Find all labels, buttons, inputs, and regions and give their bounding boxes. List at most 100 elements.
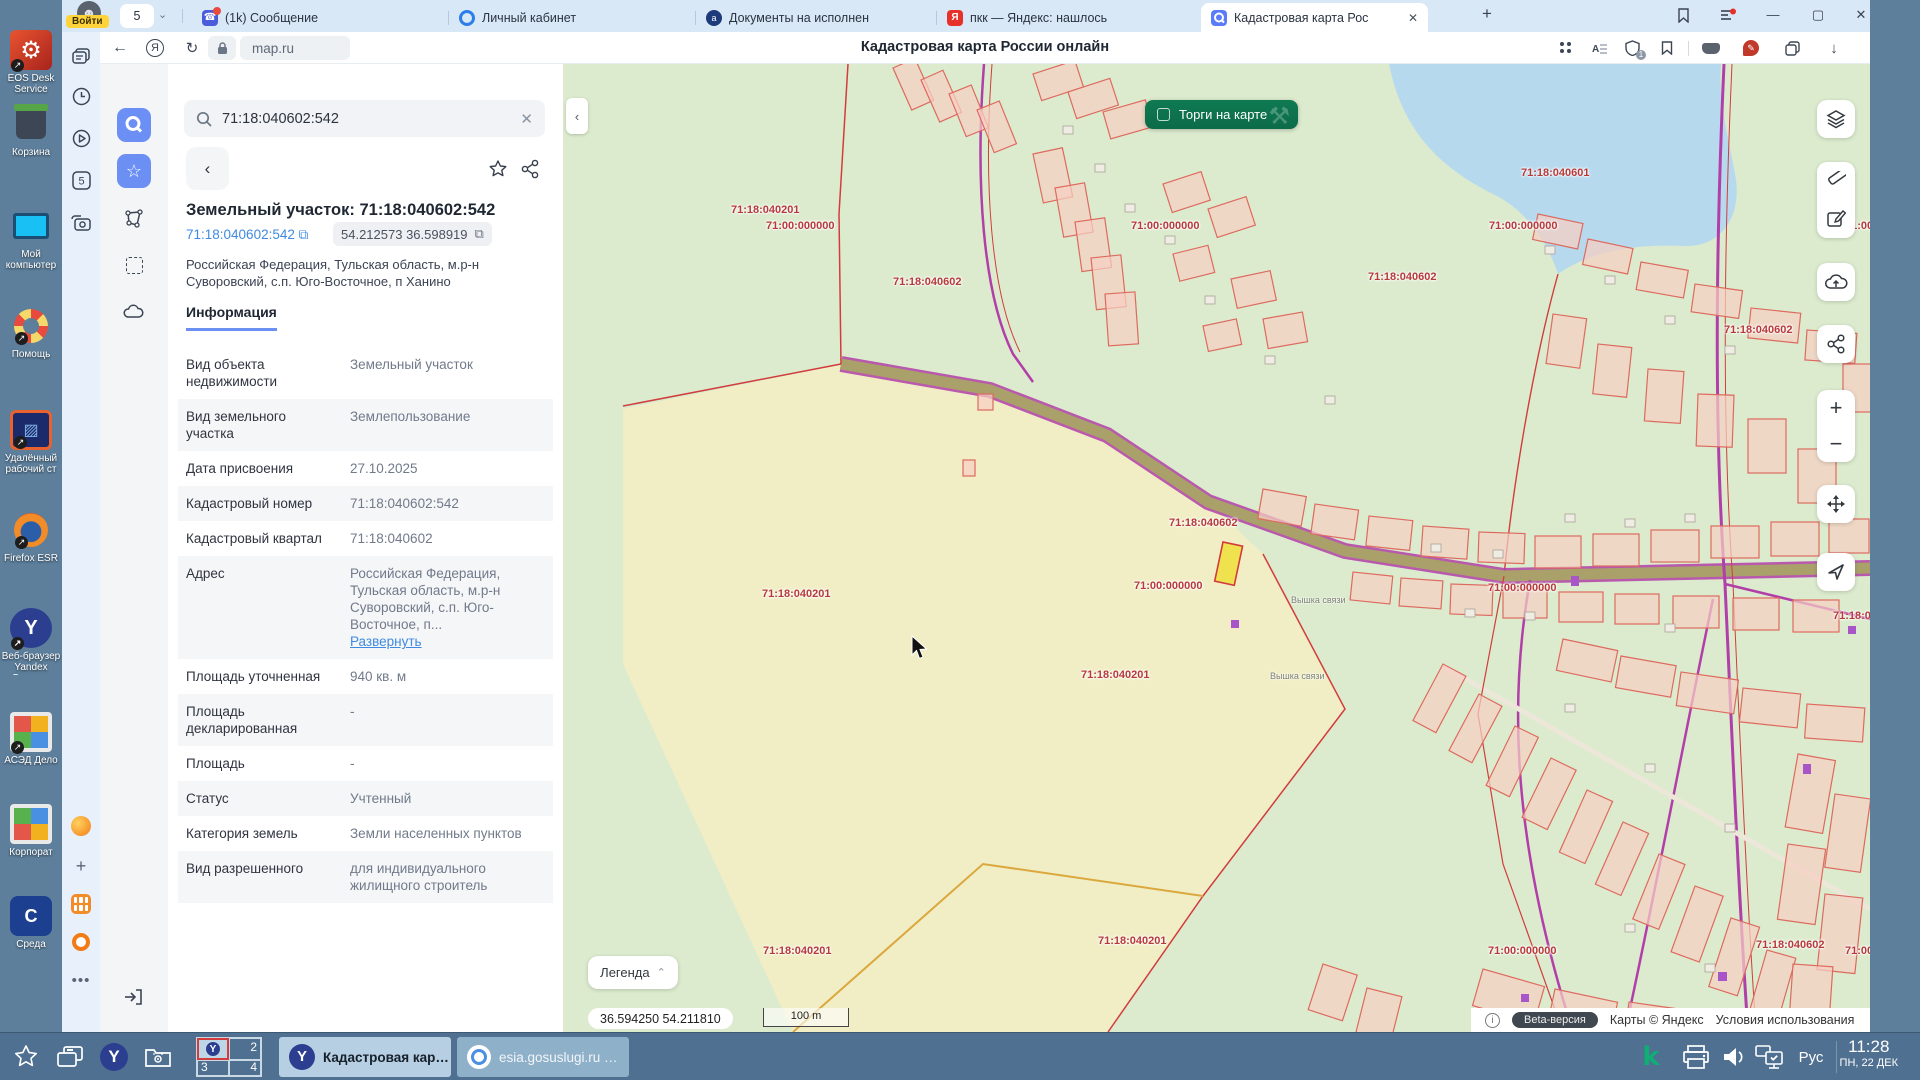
keyboard-layout-indicator[interactable]: Рус (1794, 1041, 1828, 1073)
bookmark-flag-icon[interactable] (1670, 4, 1696, 26)
tab-yandex-search[interactable]: Я пкк — Яндекс: нашлось (937, 5, 1201, 31)
bookmark-icon[interactable] (1656, 36, 1678, 60)
desktop-icon-yandex-browser[interactable]: Y↗ Веб-браузер Yandex Browser (0, 608, 62, 675)
yandex-search-icon[interactable]: Я (144, 36, 166, 60)
collections-icon[interactable] (1555, 36, 1577, 60)
taskbar-folder-eye-icon[interactable] (142, 1041, 174, 1073)
tab-messages[interactable]: ☎ (1k) Сообщение (192, 5, 448, 31)
share-map-button[interactable] (1817, 325, 1855, 363)
pkk-logo-icon[interactable] (117, 108, 151, 142)
panel-collapse-button[interactable]: ‹ (566, 98, 588, 134)
polygon-tool-icon[interactable] (117, 202, 151, 236)
tab-groups-icon[interactable] (69, 44, 93, 68)
keyboard-panel-icon[interactable] (1698, 36, 1724, 60)
protect-shield-icon[interactable]: 1 (1620, 36, 1644, 60)
tray-devices-icon[interactable] (1752, 1041, 1788, 1073)
tray-volume-icon[interactable] (1718, 1041, 1750, 1073)
desktop-icon-ased[interactable]: ↗ АСЭД Дело (0, 712, 62, 766)
desktop-icon-remote-desktop[interactable]: ▨↗ Удалённый рабочий ст (0, 410, 62, 475)
upload-button[interactable] (1817, 263, 1855, 301)
taskbar-star-icon[interactable] (10, 1041, 42, 1073)
torgi-checkbox[interactable] (1157, 108, 1170, 121)
pan-mode-button[interactable] (1817, 485, 1855, 523)
signin-badge[interactable]: Войти (66, 15, 109, 28)
edit-button[interactable] (1826, 200, 1846, 238)
desktop-icon-help[interactable]: ↗ Помощь (0, 306, 62, 360)
legend-button[interactable]: Легенда ⌃ (588, 956, 678, 989)
games-icon[interactable] (69, 814, 93, 838)
tab-personal-account[interactable]: Личный кабинет (449, 5, 695, 31)
back-icon[interactable]: ← (108, 36, 132, 60)
tab-information[interactable]: Информация (186, 304, 277, 331)
menu-button[interactable] (1715, 4, 1741, 26)
taskbar-yandex-icon[interactable]: Y (98, 1041, 130, 1073)
desktop-icon-trash[interactable]: Корзина (0, 104, 62, 158)
torgi-toggle-button[interactable]: Торги на карте ⚒ (1145, 100, 1298, 129)
favorites-star-button[interactable]: ☆ (117, 154, 151, 188)
layers-button[interactable] (1817, 100, 1855, 138)
apps-grid-icon[interactable] (69, 892, 93, 916)
info-icon[interactable]: i (1485, 1013, 1500, 1028)
desktop-icon-computer[interactable]: Мой компьютер (0, 206, 62, 271)
zoom-out-button[interactable]: − (1830, 426, 1843, 462)
screenshot-icon[interactable] (69, 210, 93, 234)
taskbar-clock[interactable]: 11:28 ПН, 22 ДЕК (1840, 1037, 1898, 1070)
tab-counter-chevron-icon[interactable]: ⌄ (158, 8, 167, 21)
copy-icon[interactable]: ⧉ (475, 226, 484, 242)
coordinates-chip[interactable]: 54.212573 36.598919 ⧉ (333, 222, 492, 246)
panel-back-button[interactable]: ‹ (186, 147, 229, 190)
desktop-icon-korport[interactable]: Корпорат (0, 804, 62, 858)
desktop-icon-label: Мой компьютер (0, 249, 62, 271)
downloads-icon[interactable]: ↓ (1822, 36, 1846, 60)
area-select-icon[interactable] (117, 248, 151, 282)
address-bar[interactable]: map.ru (240, 36, 350, 60)
tab-cadastral-map-active[interactable]: Кадастровая карта Рос ✕ (1201, 3, 1428, 32)
tab-count-icon[interactable]: 5 (69, 168, 93, 192)
new-tab-button[interactable]: + (1482, 4, 1492, 24)
logout-icon[interactable] (117, 980, 151, 1014)
coordinates-text: 54.212573 36.598919 (341, 227, 468, 242)
tab-close-icon[interactable]: ✕ (1408, 11, 1418, 25)
expand-address-link[interactable]: Развернуть (350, 634, 422, 649)
cloud-icon[interactable] (117, 294, 151, 328)
maximize-button[interactable]: ▢ (1805, 4, 1831, 26)
service-ring-icon[interactable] (69, 930, 93, 954)
favorite-star-icon[interactable] (488, 159, 508, 179)
share-icon[interactable] (520, 159, 540, 179)
terms-link[interactable]: Условия использования (1716, 1013, 1855, 1027)
close-button[interactable]: ✕ (1848, 4, 1874, 26)
cadastral-map[interactable]: 71:18:040201 71:00:000000 71:18:040602 7… (563, 64, 1870, 1032)
taskbar-window-esia[interactable]: esia.gosuslugi.ru … (457, 1037, 629, 1077)
workspace-2[interactable]: 2 (229, 1038, 261, 1060)
workspace-3[interactable]: 3 (197, 1060, 229, 1076)
ruler-button[interactable] (1826, 162, 1846, 200)
my-location-button[interactable] (1817, 553, 1855, 591)
tray-printer-icon[interactable] (1680, 1041, 1712, 1073)
copy-icon[interactable]: ⧉ (299, 227, 309, 242)
tabs-panel-icon[interactable] (1780, 36, 1804, 60)
search-input[interactable] (222, 111, 502, 127)
alice-pen-icon[interactable]: ✎ (1738, 36, 1764, 60)
workspace-1-active[interactable]: Y (197, 1038, 229, 1060)
video-icon[interactable] (69, 126, 93, 150)
minimize-button[interactable]: — (1760, 4, 1786, 26)
tray-k-icon[interactable]: k (1636, 1041, 1666, 1073)
refresh-icon[interactable]: ↻ (180, 36, 204, 60)
tab-counter[interactable]: 5 (120, 4, 154, 28)
cadastral-number-link[interactable]: 71:18:040602:542 ⧉ (186, 227, 308, 243)
add-service-icon[interactable]: + (69, 854, 93, 878)
taskbar-window-cadastral[interactable]: Y Кадастровая кар… (279, 1037, 451, 1077)
more-icon[interactable]: ••• (69, 968, 93, 992)
reader-mode-icon[interactable]: A (1588, 36, 1610, 60)
history-icon[interactable] (69, 84, 93, 108)
search-box[interactable]: ✕ (184, 100, 545, 137)
zoom-in-button[interactable]: + (1830, 390, 1843, 426)
desktop-icon-sreda[interactable]: С Среда (0, 896, 62, 950)
tab-documents[interactable]: a Документы на исполнен (696, 5, 936, 31)
taskbar-windows-icon[interactable] (54, 1041, 86, 1073)
desktop-icon-eos[interactable]: ⚙↗ EOS Desk Service (0, 30, 62, 95)
lock-icon[interactable] (208, 36, 236, 60)
desktop-icon-firefox[interactable]: ↗ Firefox ESR (0, 510, 62, 564)
workspace-4[interactable]: 4 (229, 1060, 261, 1076)
clear-search-icon[interactable]: ✕ (520, 110, 533, 128)
